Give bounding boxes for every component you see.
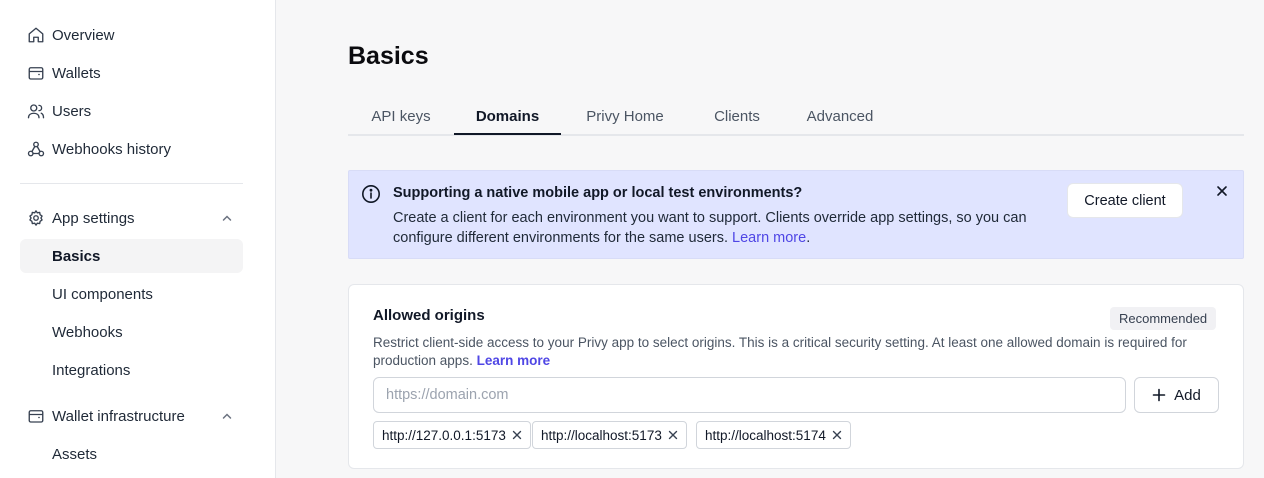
banner-title: Supporting a native mobile app or local …: [393, 185, 803, 201]
banner-learn-more-link[interactable]: Learn more: [732, 230, 806, 246]
origin-input[interactable]: [373, 377, 1126, 413]
origin-chip-label: http://127.0.0.1:5173: [382, 427, 506, 443]
remove-icon[interactable]: [668, 430, 678, 440]
sidebar-item-label: Users: [52, 102, 92, 120]
tab-clients[interactable]: Clients: [689, 96, 785, 136]
tab-advanced[interactable]: Advanced: [785, 96, 895, 136]
sidebar-item-ui-components[interactable]: UI components: [20, 277, 243, 311]
sidebar-item-label: Wallets: [52, 64, 101, 82]
create-client-button[interactable]: Create client: [1067, 183, 1183, 218]
add-button-label: Add: [1174, 386, 1201, 404]
origin-chip: http://127.0.0.1:5173: [373, 421, 531, 449]
main-content: Basics API keys Domains Privy Home Clien…: [276, 0, 1264, 478]
sidebar-section-app-settings[interactable]: App settings: [20, 201, 243, 235]
sidebar-item-webhooks-history[interactable]: Webhooks history: [20, 132, 243, 166]
sidebar-item-wallets[interactable]: Wallets: [20, 56, 243, 90]
origin-chip: http://localhost:5173: [532, 421, 687, 449]
sidebar-item-overview[interactable]: Overview: [20, 18, 243, 52]
close-icon[interactable]: [1215, 184, 1229, 198]
remove-icon[interactable]: [512, 430, 522, 440]
sidebar-section-label: Wallet infrastructure: [52, 407, 185, 425]
sidebar-section-wallet-infrastructure[interactable]: Wallet infrastructure: [20, 399, 243, 433]
recommended-badge: Recommended: [1110, 307, 1217, 330]
allowed-origins-title: Allowed origins: [373, 307, 485, 324]
banner-text-body: Create a client for each environment you…: [393, 210, 1027, 246]
sidebar-item-assets[interactable]: Assets: [20, 437, 243, 471]
plus-icon: [1152, 388, 1166, 402]
remove-icon[interactable]: [832, 430, 842, 440]
sidebar-section-label: App settings: [52, 209, 135, 227]
sidebar-item-users[interactable]: Users: [20, 94, 243, 128]
sidebar: Overview Wallets Users Webhooks history …: [0, 0, 276, 478]
origin-chip-label: http://localhost:5173: [541, 427, 662, 443]
origin-chip: http://localhost:5174: [696, 421, 851, 449]
tab-api-keys[interactable]: API keys: [348, 96, 454, 136]
sidebar-item-label: Webhooks history: [52, 140, 171, 158]
sidebar-item-webhooks[interactable]: Webhooks: [20, 315, 243, 349]
info-banner: Supporting a native mobile app or local …: [348, 170, 1244, 259]
home-icon: [27, 26, 45, 44]
users-icon: [27, 102, 45, 120]
chevron-up-icon[interactable]: [221, 212, 233, 224]
allowed-origins-card: Allowed origins Recommended Restrict cli…: [348, 284, 1244, 469]
info-icon: [362, 185, 380, 203]
origin-chip-label: http://localhost:5174: [705, 427, 826, 443]
sidebar-item-integrations[interactable]: Integrations: [20, 353, 243, 387]
banner-text: Create a client for each environment you…: [393, 208, 1053, 248]
sidebar-divider: [20, 183, 243, 184]
chevron-up-icon[interactable]: [221, 410, 233, 422]
origins-learn-more-link[interactable]: Learn more: [477, 353, 551, 368]
sidebar-item-label: Overview: [52, 26, 115, 44]
page-title: Basics: [348, 42, 429, 70]
gear-icon: [27, 209, 45, 227]
wallet-icon: [27, 64, 45, 82]
active-tab-indicator: [454, 133, 561, 135]
add-origin-button[interactable]: Add: [1134, 377, 1219, 413]
tab-privy-home[interactable]: Privy Home: [561, 96, 689, 136]
webhook-icon: [27, 140, 45, 158]
tab-domains[interactable]: Domains: [454, 96, 561, 136]
wallet-icon: [27, 407, 45, 425]
banner-text-period: .: [806, 230, 811, 246]
allowed-origins-description: Restrict client-side access to your Priv…: [373, 334, 1193, 370]
sidebar-item-basics[interactable]: Basics: [20, 239, 243, 273]
tab-bar: API keys Domains Privy Home Clients Adva…: [348, 96, 1244, 136]
